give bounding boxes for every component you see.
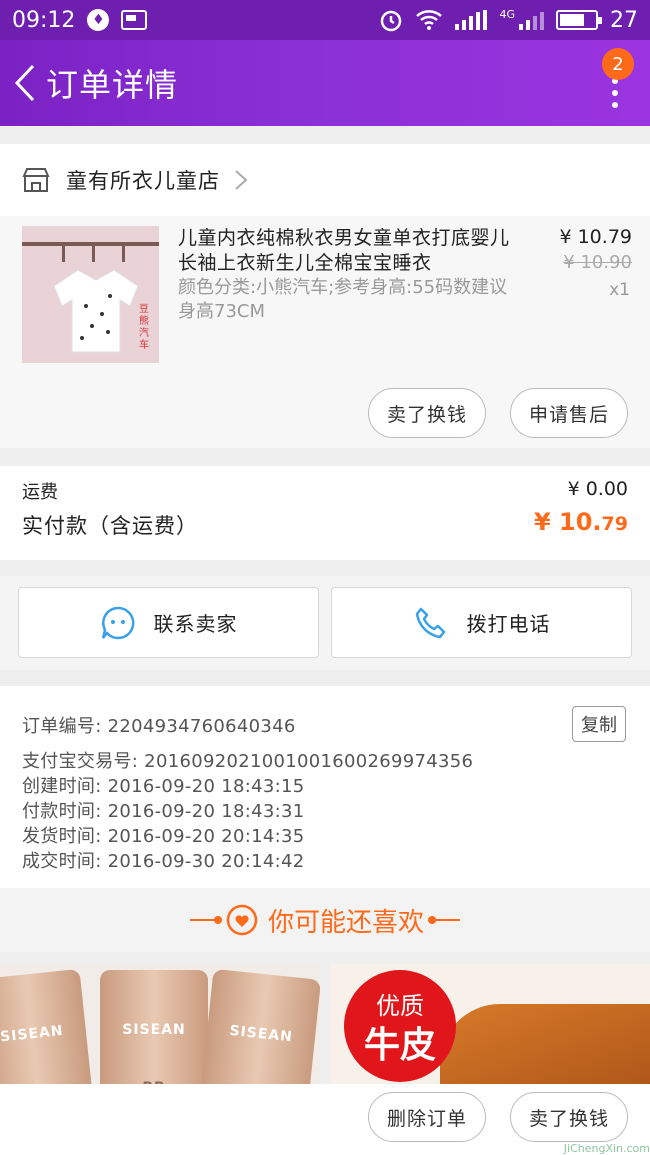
delete-order-button[interactable]: 删除订单 — [368, 1092, 486, 1142]
signal-icon-2 — [519, 10, 544, 30]
product-thumbnail[interactable]: 豆熊汽车 — [22, 226, 159, 363]
alipay-trade-number: 支付宝交易号: 2016092021001001600269974356 — [22, 751, 474, 772]
recommend-title: 你可能还喜欢 — [267, 907, 424, 938]
item-quantity: x1 — [609, 280, 630, 300]
request-after-sale-button[interactable]: 申请售后 — [510, 388, 628, 438]
shipping-value: ¥ 0.00 — [567, 478, 628, 500]
paid-value: ¥ 10.79 — [533, 508, 628, 536]
contact-actions: 联系卖家 拨打电话 — [0, 576, 650, 670]
message-notification-icon — [121, 10, 148, 30]
created-time: 创建时间: 2016-09-20 18:43:15 — [22, 776, 305, 797]
app-notification-icon: ♦ — [87, 9, 110, 31]
thumbnail-caption: 豆熊汽车 — [139, 304, 149, 351]
page-title: 订单详情 — [46, 66, 179, 104]
order-number: 订单编号: 2204934760640346 — [22, 716, 296, 737]
paid-time: 付款时间: 2016-09-20 18:43:31 — [22, 801, 305, 822]
recommend-header: 你可能还喜欢 — [0, 888, 650, 952]
store-icon — [22, 168, 50, 192]
shipping-label: 运费 — [22, 482, 58, 503]
item-title[interactable]: 儿童内衣纯棉秋衣男女童单衣打底婴儿长袖上衣新生儿全棉宝宝睡衣 — [178, 226, 523, 276]
tube-image: SISEAN — [196, 968, 320, 1084]
sell-for-cash-button[interactable]: 卖了换钱 — [368, 388, 486, 438]
tube-image: SISEANBB — [100, 970, 208, 1084]
chevron-right-icon — [235, 170, 248, 190]
recommended-product-leather[interactable]: 优质 牛皮 — [330, 964, 650, 1084]
recommended-product-cosmetics[interactable]: SISEAN SISEANBB SISEAN — [0, 964, 320, 1084]
bottom-action-bar: 删除订单 卖了换钱 JiChengXin.com — [0, 1084, 650, 1155]
chat-face-icon — [101, 606, 134, 639]
wifi-icon — [416, 10, 443, 30]
leather-image — [440, 1004, 650, 1084]
battery-level: 27 — [610, 7, 638, 33]
signal-icon — [455, 10, 488, 30]
order-item[interactable]: 豆熊汽车 儿童内衣纯棉秋衣男女童单衣打底婴儿长袖上衣新生儿全棉宝宝睡衣 颜色分类… — [0, 216, 650, 448]
notification-badge: 2 — [602, 48, 634, 80]
heart-icon — [226, 904, 258, 936]
fee-summary: 运费 ¥ 0.00 实付款（含运费） ¥ 10.79 — [0, 466, 650, 560]
baby-shirt-image — [53, 269, 139, 353]
navigation-bar: 订单详情 2 — [0, 40, 650, 126]
status-time: 09:12 — [12, 7, 76, 33]
back-arrow-icon[interactable] — [10, 63, 40, 103]
contact-seller-label: 联系卖家 — [153, 612, 238, 636]
more-menu-icon[interactable] — [610, 78, 620, 108]
bottom-sell-for-cash-button[interactable]: 卖了换钱 — [510, 1092, 628, 1142]
phone-icon — [415, 607, 445, 638]
quality-leather-badge: 优质 牛皮 — [344, 970, 456, 1082]
right-divider — [428, 916, 460, 924]
call-phone-button[interactable]: 拨打电话 — [331, 587, 632, 658]
status-bar: 09:12 ♦ 4G 27 — [0, 0, 650, 40]
paid-label: 实付款（含运费） — [22, 514, 198, 538]
item-price: ¥ 10.79 — [559, 226, 632, 248]
shipped-time: 发货时间: 2016-09-20 20:14:35 — [22, 826, 305, 847]
watermark: JiChengXin.com — [563, 1142, 650, 1155]
network-type: 4G — [499, 7, 515, 21]
call-phone-label: 拨打电话 — [466, 612, 551, 636]
shop-name: 童有所衣儿童店 — [66, 169, 220, 193]
left-divider — [189, 916, 222, 924]
completed-time: 成交时间: 2016-09-30 20:14:42 — [22, 851, 305, 872]
copy-button[interactable]: 复制 — [572, 706, 626, 742]
item-original-price: ¥ 10.90 — [563, 252, 632, 273]
shop-row[interactable]: 童有所衣儿童店 — [0, 144, 650, 216]
order-info: 订单编号: 2204934760640346 支付宝交易号: 201609202… — [0, 686, 650, 888]
contact-seller-button[interactable]: 联系卖家 — [18, 587, 319, 658]
item-sku: 颜色分类:小熊汽车;参考身高:55码数建议身高73CM — [178, 277, 508, 322]
tube-image: SISEAN — [0, 968, 97, 1084]
battery-icon — [556, 10, 602, 30]
alarm-icon — [381, 10, 402, 32]
